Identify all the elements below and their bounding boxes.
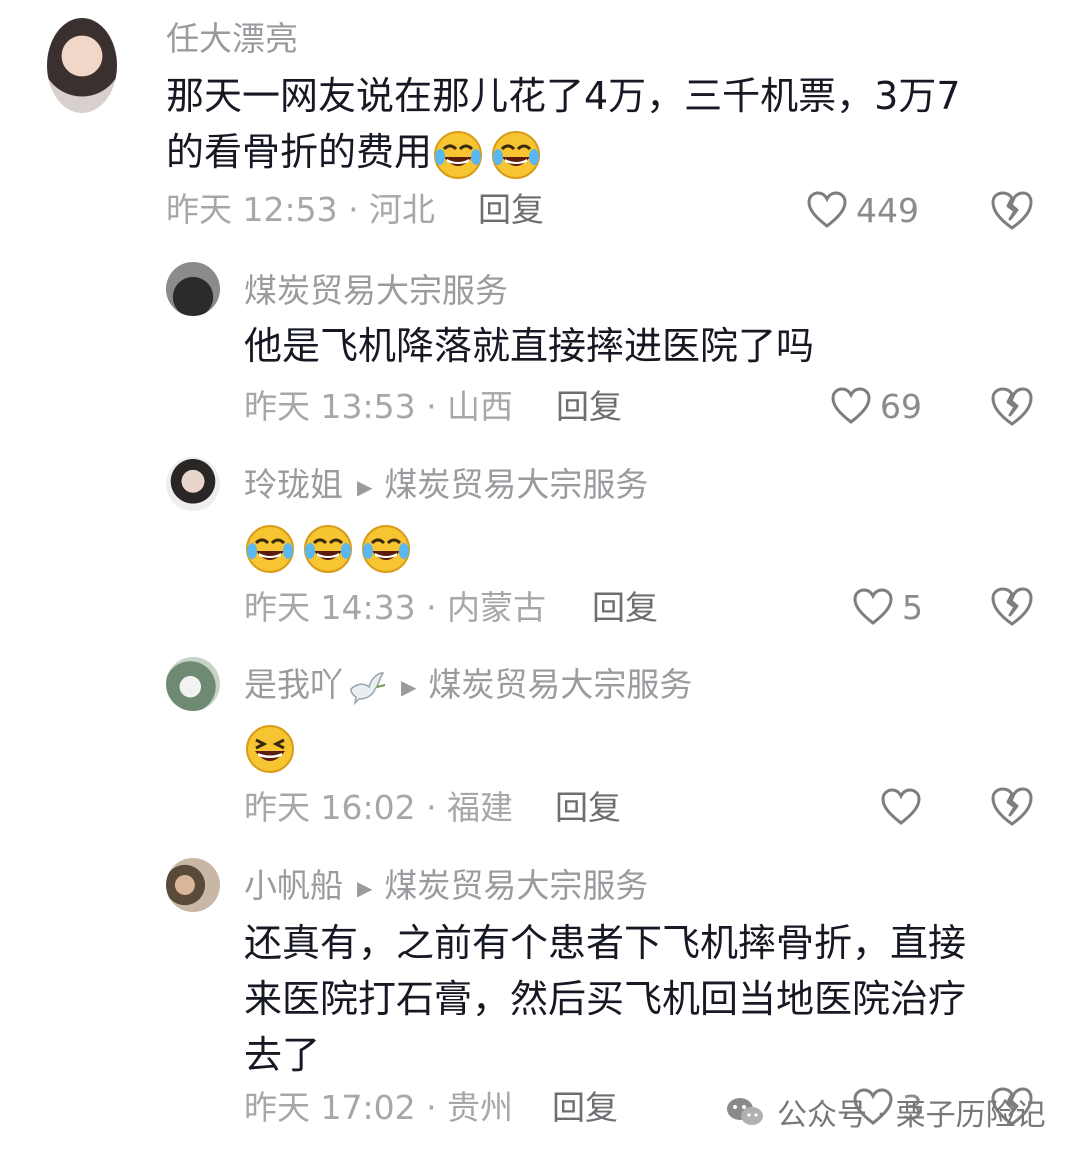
comment-text-emojis <box>244 518 418 575</box>
triangle-right-icon: ▶ <box>357 875 373 900</box>
comment-text-emojis <box>244 718 302 775</box>
comment-text-line: 来医院打石膏，然后买飞机回当地医院治疗 <box>244 977 967 1021</box>
reply-button[interactable]: 回复 <box>478 193 544 226</box>
avatar[interactable] <box>166 457 220 511</box>
timestamp-location: 昨天 14:33 · 内蒙古 <box>244 588 547 627</box>
like-button[interactable]: 449 <box>806 190 919 230</box>
username[interactable]: 任大漂亮 <box>166 22 298 55</box>
timestamp-location: 昨天 13:53 · 山西 <box>244 387 514 426</box>
dove-icon <box>350 671 386 705</box>
username[interactable]: 是我吖 <box>244 665 343 704</box>
reply-button[interactable]: 回复 <box>552 1091 618 1124</box>
comment-text: 他是飞机降落就直接摔进医院了吗 <box>244 318 814 374</box>
laughing-tears-emoji <box>434 130 483 179</box>
username-reply-line: 是我吖 ▶ 煤炭贸易大宗服务 <box>244 668 692 705</box>
timestamp-location: 昨天 17:02 · 贵州 <box>244 1088 514 1127</box>
comment-text-line: 他是飞机降落就直接摔进医院了吗 <box>244 324 815 368</box>
like-count: 69 <box>880 386 922 426</box>
reply-to-username[interactable]: 煤炭贸易大宗服务 <box>428 665 692 704</box>
like-button[interactable] <box>880 787 930 827</box>
like-button[interactable]: 5 <box>852 587 923 627</box>
timestamp-location: 昨天 12:53 · 河北 <box>166 190 436 229</box>
broken-heart-icon[interactable] <box>990 189 1034 233</box>
username-reply-line: 小帆船 ▶ 煤炭贸易大宗服务 <box>244 869 648 902</box>
reply-button[interactable]: 回复 <box>555 791 621 824</box>
like-count: 5 <box>902 587 923 627</box>
laughing-tears-emoji <box>492 130 541 179</box>
username[interactable]: 煤炭贸易大宗服务 <box>244 274 508 307</box>
grinning-emoji <box>246 724 294 773</box>
laughing-tears-emoji <box>246 524 294 573</box>
wechat-watermark: 公众号 · 栗子历险记 <box>725 1090 1046 1134</box>
triangle-right-icon: ▶ <box>357 474 373 499</box>
heart-outline-icon <box>881 788 921 825</box>
username[interactable]: 小帆船 <box>244 866 343 905</box>
reply-to-username[interactable]: 煤炭贸易大宗服务 <box>384 465 648 504</box>
broken-heart-icon[interactable] <box>990 785 1034 829</box>
like-button[interactable]: 69 <box>830 386 922 426</box>
comment-text-line: 去了 <box>244 1033 321 1077</box>
comment-text: 还真有，之前有个患者下飞机摔骨折，直接 来医院打石膏，然后买飞机回当地医院治疗 … <box>244 915 966 1083</box>
reply-to-username[interactable]: 煤炭贸易大宗服务 <box>384 866 648 905</box>
broken-heart-icon[interactable] <box>990 585 1034 629</box>
wechat-icon <box>727 1098 763 1125</box>
laughing-tears-emoji <box>362 524 410 573</box>
reply-button[interactable]: 回复 <box>592 591 658 624</box>
avatar[interactable] <box>47 18 117 113</box>
heart-outline-icon <box>853 588 893 625</box>
laughing-tears-emoji <box>304 524 352 573</box>
heart-outline-icon <box>831 387 871 424</box>
username-reply-line: 玲珑姐 ▶ 煤炭贸易大宗服务 <box>244 468 648 501</box>
heart-outline-icon <box>807 191 847 228</box>
broken-heart-icon[interactable] <box>990 385 1034 429</box>
comment-text-line: 那天一网友说在那儿花了4万，三千机票，3万7 <box>166 74 961 118</box>
reply-button[interactable]: 回复 <box>556 390 622 423</box>
avatar[interactable] <box>166 657 220 711</box>
like-count: 449 <box>856 190 919 230</box>
comment-text: 那天一网友说在那儿花了4万，三千机票，3万7 的看骨折的费用 <box>166 68 961 181</box>
timestamp-location: 昨天 16:02 · 福建 <box>244 788 514 827</box>
triangle-right-icon: ▶ <box>401 674 417 699</box>
username[interactable]: 玲珑姐 <box>244 465 343 504</box>
comment-text-line: 还真有，之前有个患者下飞机摔骨折，直接 <box>244 921 967 965</box>
comment-text-line-with-emoji: 的看骨折的费用 <box>166 124 961 181</box>
avatar[interactable] <box>166 262 220 316</box>
watermark-text: 公众号 · 栗子历险记 <box>777 1098 1046 1133</box>
avatar[interactable] <box>166 858 220 912</box>
